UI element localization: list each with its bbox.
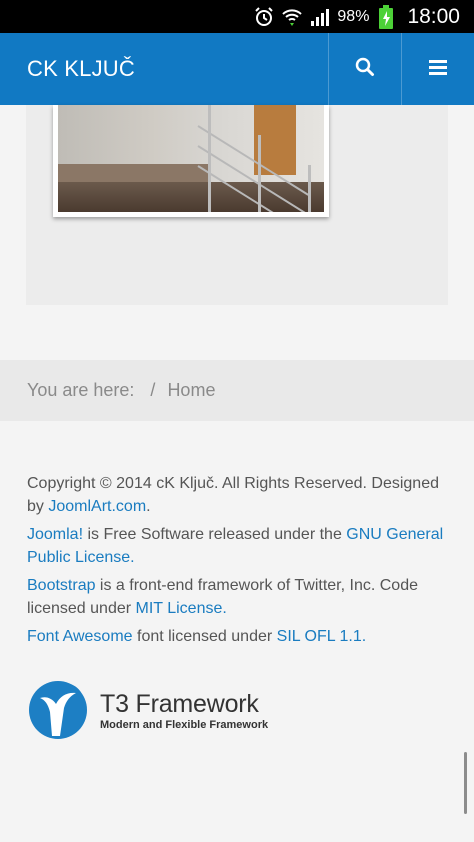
mit-link[interactable]: MIT License. xyxy=(136,600,227,617)
status-bar: 98% 18:00 xyxy=(0,0,474,33)
bootstrap-license-text: Bootstrap is a front-end framework of Tw… xyxy=(27,574,447,620)
battery-percent: 98% xyxy=(337,7,370,25)
breadcrumb: You are here: / Home xyxy=(0,360,474,421)
joomla-license-text: Joomla! is Free Software released under … xyxy=(27,523,447,569)
breadcrumb-separator: / xyxy=(150,380,156,400)
sil-link[interactable]: SIL OFL 1.1. xyxy=(277,628,367,645)
photo-step xyxy=(58,164,208,182)
bootstrap-link[interactable]: Bootstrap xyxy=(27,577,95,594)
alarm-icon xyxy=(253,6,275,28)
t3-framework-logo[interactable]: T3 Framework Modern and Flexible Framewo… xyxy=(26,676,268,745)
signal-icon xyxy=(309,6,331,28)
photo-post xyxy=(258,135,261,212)
scrollbar[interactable] xyxy=(464,752,467,814)
site-footer: Copyright © 2014 cK Ključ. All Rights Re… xyxy=(27,472,447,653)
menu-button[interactable] xyxy=(401,33,474,105)
photo-post xyxy=(308,165,311,212)
fa-text: font licensed under xyxy=(132,628,277,645)
joomla-text: is Free Software released under the xyxy=(83,526,347,543)
menu-icon xyxy=(429,59,447,80)
site-brand[interactable]: CK KLJUČ xyxy=(27,56,328,82)
t3-subtitle: Modern and Flexible Framework xyxy=(100,718,269,731)
article-image[interactable] xyxy=(53,105,329,217)
article-card xyxy=(26,105,448,305)
search-button[interactable] xyxy=(328,33,401,105)
photo-floor xyxy=(58,182,324,212)
t3-title: T3 Framework xyxy=(100,689,259,718)
photo-post xyxy=(208,105,211,212)
joomlart-link[interactable]: JoomlArt.com xyxy=(48,498,146,515)
copyright-text: Copyright © 2014 cK Ključ. All Rights Re… xyxy=(27,472,447,518)
clock: 18:00 xyxy=(407,4,460,28)
joomla-link[interactable]: Joomla! xyxy=(27,526,83,543)
search-icon xyxy=(355,57,375,82)
copyright-suffix: . xyxy=(146,498,151,515)
staircase-photo xyxy=(58,105,324,212)
fontawesome-license-text: Font Awesome font licensed under SIL OFL… xyxy=(27,625,447,648)
site-header: CK KLJUČ xyxy=(0,33,474,105)
breadcrumb-home: Home xyxy=(167,380,216,400)
breadcrumb-label: You are here: xyxy=(27,380,135,400)
font-awesome-link[interactable]: Font Awesome xyxy=(27,628,133,645)
t3-logo-icon xyxy=(26,676,90,745)
wifi-icon xyxy=(281,6,303,28)
battery-charging-icon xyxy=(375,4,397,29)
